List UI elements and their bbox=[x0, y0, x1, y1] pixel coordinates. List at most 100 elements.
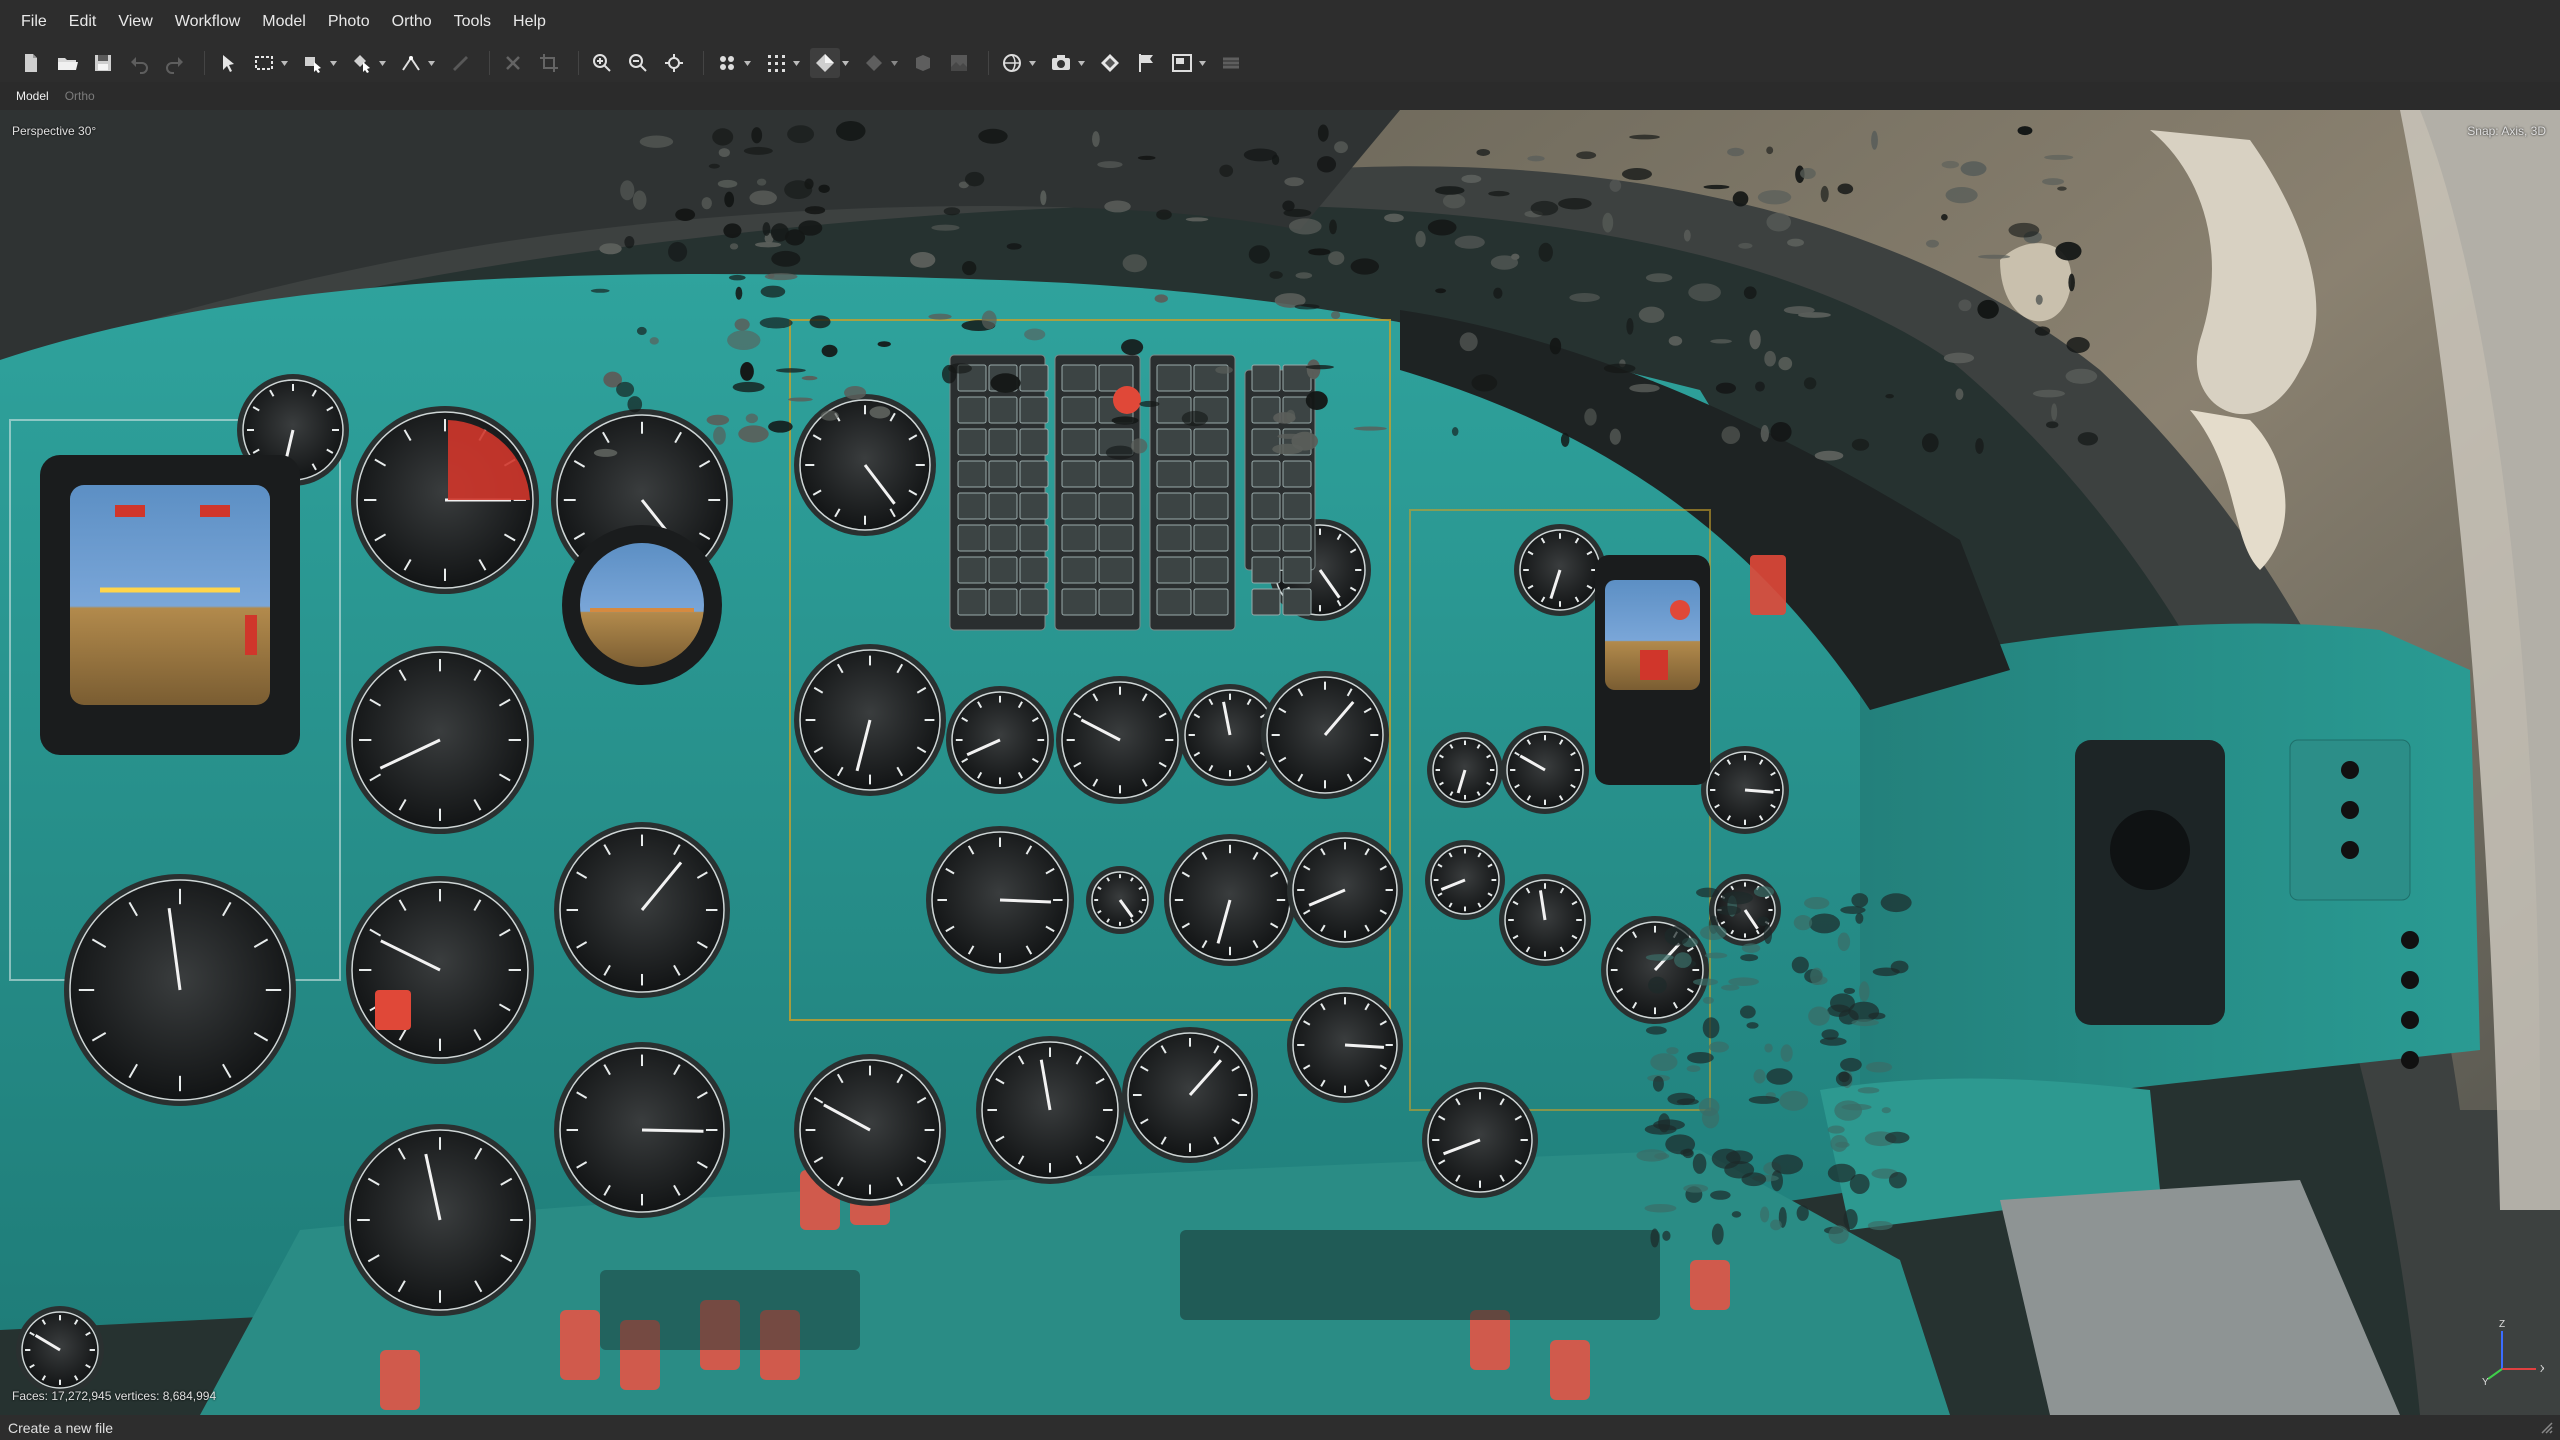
chevron-down-icon[interactable] bbox=[890, 48, 898, 78]
model-selection-icon[interactable] bbox=[298, 48, 328, 78]
mesh-speckle bbox=[809, 315, 831, 329]
menu-view[interactable]: View bbox=[107, 0, 163, 44]
mesh-speckle bbox=[1868, 1012, 1886, 1020]
menu-photo[interactable]: Photo bbox=[317, 0, 381, 44]
mesh-speckle bbox=[1569, 293, 1600, 302]
save-icon[interactable] bbox=[88, 48, 118, 78]
mesh-speckle bbox=[1415, 230, 1426, 248]
mesh-speckle bbox=[713, 426, 726, 445]
menu-workflow[interactable]: Workflow bbox=[164, 0, 252, 44]
menu-help[interactable]: Help bbox=[502, 0, 557, 44]
mesh-speckle bbox=[1766, 146, 1774, 155]
annunciator-cell bbox=[1061, 556, 1097, 584]
mesh-speckle bbox=[1753, 1069, 1766, 1084]
menu-file[interactable]: File bbox=[10, 0, 58, 44]
mesh-speckle bbox=[768, 273, 775, 279]
show-markers-icon[interactable] bbox=[1095, 48, 1125, 78]
chevron-down-icon[interactable] bbox=[743, 48, 751, 78]
mesh-speckle bbox=[1780, 1044, 1793, 1062]
mesh-speckle bbox=[1851, 1019, 1879, 1027]
zoom-out-icon[interactable] bbox=[623, 48, 653, 78]
mesh-speckle bbox=[1650, 1053, 1678, 1072]
chevron-down-icon[interactable] bbox=[378, 48, 386, 78]
mesh-speckle bbox=[708, 163, 720, 169]
mesh-speckle bbox=[1763, 925, 1773, 944]
mesh-speckle bbox=[775, 368, 806, 373]
reset-view-icon[interactable] bbox=[659, 48, 689, 78]
mesh-speckle bbox=[820, 410, 839, 421]
annunciator-cell bbox=[1193, 460, 1229, 488]
chevron-down-icon[interactable] bbox=[280, 48, 288, 78]
toolbar-divider bbox=[204, 51, 205, 75]
open-folder-icon[interactable] bbox=[52, 48, 82, 78]
mesh-speckle bbox=[1584, 408, 1597, 426]
menu-ortho[interactable]: Ortho bbox=[381, 0, 443, 44]
undo-icon[interactable] bbox=[124, 48, 154, 78]
svg-text:Y: Y bbox=[2482, 1377, 2489, 1387]
mesh-speckle bbox=[768, 420, 793, 433]
mesh-speckle bbox=[1757, 190, 1792, 205]
model-viewport[interactable]: Perspective 30° Snap: Axis, 3D Faces: 17… bbox=[0, 110, 2560, 1415]
mesh-speckle bbox=[2057, 186, 2067, 191]
rectangle-selection-icon[interactable] bbox=[249, 48, 279, 78]
mesh-speckle bbox=[1427, 219, 1457, 236]
draw-line-icon[interactable] bbox=[396, 48, 426, 78]
chevron-down-icon[interactable] bbox=[792, 48, 800, 78]
camera-icon[interactable] bbox=[1046, 48, 1076, 78]
mesh-speckle bbox=[1727, 147, 1745, 157]
show-cameras-icon[interactable] bbox=[712, 48, 742, 78]
chevron-down-icon[interactable] bbox=[329, 48, 337, 78]
menu-tools[interactable]: Tools bbox=[443, 0, 502, 44]
annunciator-cell bbox=[988, 396, 1018, 424]
show-dense-cloud-icon[interactable] bbox=[997, 48, 1027, 78]
mesh-speckle bbox=[1215, 366, 1233, 374]
navigation-cursor-icon[interactable] bbox=[213, 48, 243, 78]
mesh-speckle bbox=[735, 286, 743, 300]
show-images-icon[interactable] bbox=[1167, 48, 1197, 78]
tab-model[interactable]: Model bbox=[8, 89, 57, 103]
resize-grip-icon[interactable] bbox=[2538, 1419, 2554, 1435]
show-points-icon[interactable] bbox=[761, 48, 791, 78]
annunciator-cell bbox=[1156, 524, 1192, 552]
mesh-speckle bbox=[1740, 954, 1759, 962]
annunciator-cell bbox=[1193, 524, 1229, 552]
show-tiled-model-icon[interactable] bbox=[908, 48, 938, 78]
mesh-speckle bbox=[1488, 190, 1510, 197]
mesh-speckle bbox=[1943, 352, 1975, 364]
tab-ortho[interactable]: Ortho bbox=[57, 89, 103, 103]
show-model-icon[interactable] bbox=[810, 48, 840, 78]
mesh-speckle bbox=[1728, 977, 1759, 986]
ruler-icon[interactable] bbox=[445, 48, 475, 78]
annunciator-cell bbox=[957, 460, 987, 488]
mesh-speckle bbox=[1925, 239, 1939, 248]
annunciator-cell bbox=[1156, 556, 1192, 584]
show-texture-icon[interactable] bbox=[944, 48, 974, 78]
crop-icon[interactable] bbox=[534, 48, 564, 78]
mesh-speckle bbox=[751, 127, 763, 144]
mesh-speckle bbox=[869, 406, 891, 419]
menu-model[interactable]: Model bbox=[251, 0, 317, 44]
show-layers-icon[interactable] bbox=[1216, 48, 1246, 78]
mesh-speckle bbox=[734, 318, 750, 331]
mesh-speckle bbox=[1708, 1041, 1729, 1053]
new-document-icon[interactable] bbox=[16, 48, 46, 78]
chevron-down-icon[interactable] bbox=[1198, 48, 1206, 78]
mesh-speckle bbox=[801, 375, 818, 381]
chevron-down-icon[interactable] bbox=[1077, 48, 1085, 78]
redo-icon[interactable] bbox=[160, 48, 190, 78]
mesh-speckle bbox=[844, 385, 867, 400]
mesh-speckle bbox=[962, 260, 977, 276]
menu-edit[interactable]: Edit bbox=[58, 0, 108, 44]
show-flags-icon[interactable] bbox=[1131, 48, 1161, 78]
annunciator-cell bbox=[1251, 492, 1281, 520]
shape-selection-icon[interactable] bbox=[347, 48, 377, 78]
delete-selection-icon[interactable] bbox=[498, 48, 528, 78]
zoom-in-icon[interactable] bbox=[587, 48, 617, 78]
mesh-speckle bbox=[599, 243, 622, 255]
mesh-speckle bbox=[798, 220, 823, 236]
show-dem-icon[interactable] bbox=[859, 48, 889, 78]
chevron-down-icon[interactable] bbox=[1028, 48, 1036, 78]
chevron-down-icon[interactable] bbox=[841, 48, 849, 78]
mesh-speckle bbox=[1810, 967, 1824, 985]
chevron-down-icon[interactable] bbox=[427, 48, 435, 78]
